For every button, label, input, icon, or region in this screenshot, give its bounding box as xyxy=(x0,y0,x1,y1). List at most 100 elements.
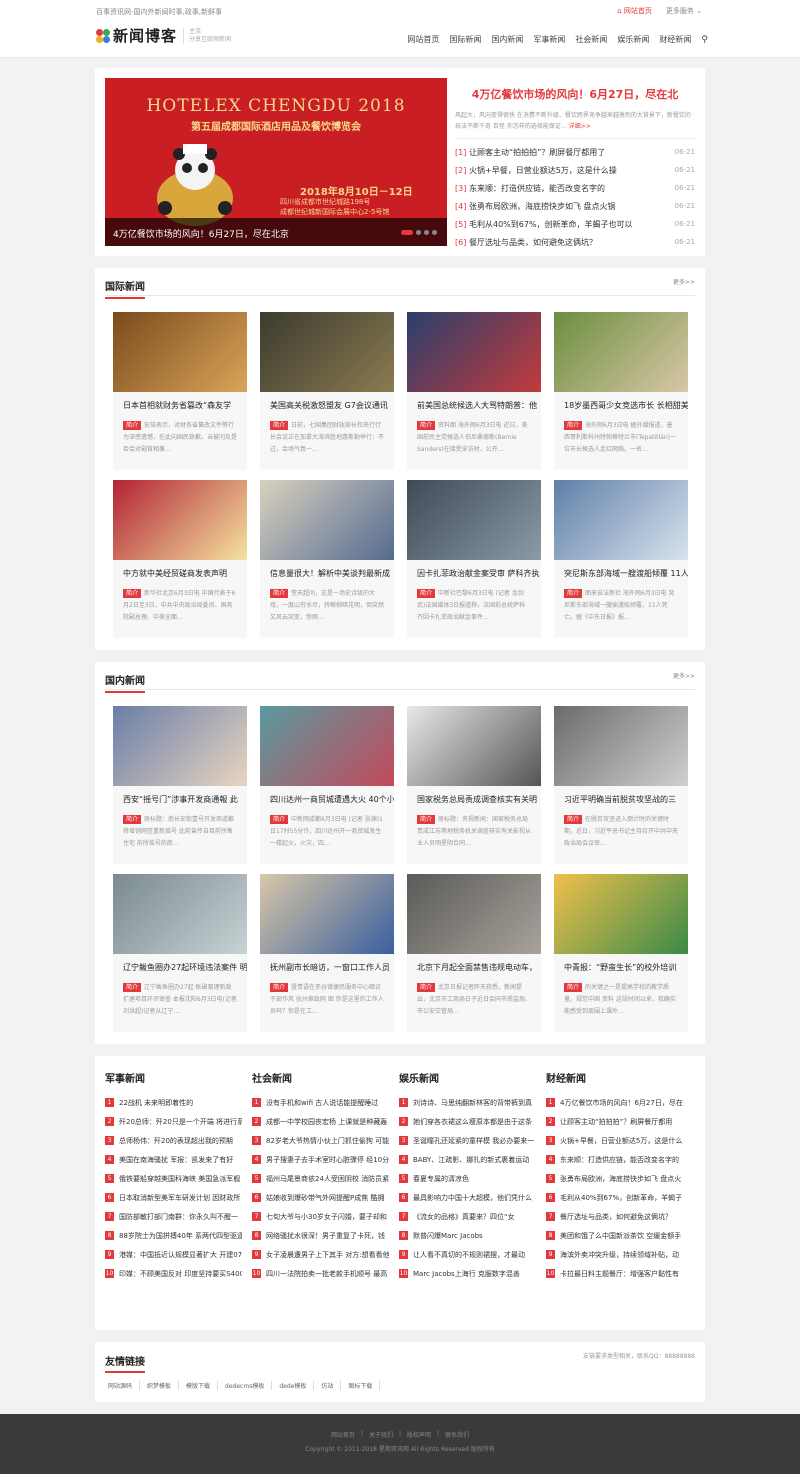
list-item[interactable]: 9 海滨外卖冲突升级，持续领域补贴，动 xyxy=(546,1245,683,1264)
friend-link[interactable]: 仿站 xyxy=(314,1381,342,1390)
news-card[interactable]: 国家税务总局责成调查核实有关明 简介 原标题：央视新闻：国家税务总局责成江苏等地税务… xyxy=(407,706,541,864)
news-thumbnail[interactable] xyxy=(407,874,541,954)
nav-finance[interactable]: 财经新闻 xyxy=(659,34,691,45)
list-item[interactable]: 7 《流女的品格》真要来？四位“女 xyxy=(399,1207,536,1226)
list-item[interactable]: 10 Marc Jacobs上海行 克服数字混善 xyxy=(399,1264,536,1283)
news-title[interactable]: 北京下月起全面禁售违规电动车， xyxy=(407,954,541,976)
list-item[interactable]: 9 港媒：中国抵近认规模显著扩大 开建07 xyxy=(105,1245,242,1264)
list-item[interactable]: 4 男子搜妻子去手术室时心脏骤停 经10分 xyxy=(252,1150,389,1169)
list-item[interactable]: 7 七旬大爷与小30岁女子闪婚，要子却和 xyxy=(252,1207,389,1226)
news-card[interactable]: 北京下月起全面禁售违规电动车， 简介 北京日报记者昨天获悉，新闻提出，北京市工商局日… xyxy=(407,874,541,1032)
list-item[interactable]: [2] 火锅+早餐，日营业额达5万，这是什么操 06-21 xyxy=(455,161,695,179)
news-thumbnail[interactable] xyxy=(260,706,394,786)
more-link[interactable]: 更多>> xyxy=(673,671,695,680)
news-title[interactable]: 中青报：“野蛮生长”的校外培训 xyxy=(554,954,688,976)
list-item[interactable]: 2 她们穿各衣裙这么瘦原本都是由于这条 xyxy=(399,1112,536,1131)
list-item[interactable]: 9 女子凌晨遭男子上下其手 对方:想看看他 xyxy=(252,1245,389,1264)
news-card[interactable]: 中方就中美经贸磋商发表声明 简介 新华社北京6月3日电 中国代表于6月2日至3日，中… xyxy=(113,480,247,638)
more-service-dropdown[interactable]: 更多服务 ⌄ xyxy=(666,6,702,16)
news-title[interactable]: 四川达州一商贸城遭遇大火 40个小 xyxy=(260,786,394,808)
news-thumbnail[interactable] xyxy=(113,706,247,786)
list-item[interactable]: [1] 让顾客主动“拍拍拍”？刷屏餐厅都用了 06-21 xyxy=(455,143,695,161)
news-thumbnail[interactable] xyxy=(260,312,394,392)
footer-link[interactable]: 版权声明 xyxy=(407,1430,431,1439)
news-thumbnail[interactable] xyxy=(407,706,541,786)
news-card[interactable]: 美国高关税激怒盟友 G7会议通讯 简介 日前，七国集团财政部长和央行行长会议正在加拿… xyxy=(260,312,394,470)
news-thumbnail[interactable] xyxy=(260,480,394,560)
list-item[interactable]: 10 四川一法院拍卖一批老款手机顺号 最高 xyxy=(252,1264,389,1283)
list-item[interactable]: 5 俄铁要船穿越美国科海峡 美国急派军舰 xyxy=(105,1169,242,1188)
news-card[interactable]: 前美国总统候选人大骂特朗普：他 简介 资料图 海外网6月3日电 近日，美国前民主党候… xyxy=(407,312,541,470)
nav-entertainment[interactable]: 娱乐新闻 xyxy=(617,34,649,45)
list-item[interactable]: 4 BABY、江疏影、娜扎的新式裹着运动 xyxy=(399,1150,536,1169)
friend-link[interactable]: 织梦模板 xyxy=(140,1381,180,1390)
news-thumbnail[interactable] xyxy=(113,312,247,392)
list-item[interactable]: 1 22战机 未来明即着性的 xyxy=(105,1093,242,1112)
news-title[interactable]: 突尼斯东部海域一艘渡船倾覆 11人 xyxy=(554,560,688,582)
details-link[interactable]: 详细>> xyxy=(569,123,591,130)
list-item[interactable]: 10 印媒：不顾美国反对 印度坚持要买S400 xyxy=(105,1264,242,1283)
list-item[interactable]: 5 张勇布局欧洲，海底捞快步如飞 盘点火 xyxy=(546,1169,683,1188)
list-item[interactable]: 7 国防部敏打部门南群：你永久叫不醒一 xyxy=(105,1207,242,1226)
nav-home[interactable]: 网站首页 xyxy=(407,34,439,45)
news-thumbnail[interactable] xyxy=(554,312,688,392)
news-thumbnail[interactable] xyxy=(113,874,247,954)
nav-domestic[interactable]: 国内新闻 xyxy=(491,34,523,45)
carousel-dot[interactable] xyxy=(401,230,413,235)
list-item[interactable]: 3 82岁老大爷热情小伙上门抓住偷狗 可能 xyxy=(252,1131,389,1150)
friend-link[interactable]: dedecms模板 xyxy=(218,1381,273,1390)
list-item[interactable]: 6 毛利从40%到67%，创新革命，羊蝎子 xyxy=(546,1188,683,1207)
news-card[interactable]: 辽宁鲅鱼圈办27起环境违法案件 明简介 辽宁鲅鱼圈办27起 帐破案理新政扩建项目环… xyxy=(113,874,247,1032)
news-title[interactable]: 辽宁鲅鱼圈办27起环境违法案件 明 xyxy=(113,954,247,976)
news-title[interactable]: 18岁墨西哥少女竞选市长 长相甜美 xyxy=(554,392,688,414)
list-item[interactable]: 4 东来顺：打造供应链，能否改变名字的 xyxy=(546,1150,683,1169)
news-title[interactable]: 因卡扎菲政治献金案受审 萨科齐执 xyxy=(407,560,541,582)
footer-link[interactable]: 网站首页 xyxy=(331,1430,355,1439)
news-title[interactable]: 中方就中美经贸磋商发表声明 xyxy=(113,560,247,582)
footer-link[interactable]: 关于我们 xyxy=(369,1430,393,1439)
list-item[interactable]: 8 美团和饿了么中国新派茶饮 空缓金额手 xyxy=(546,1226,683,1245)
list-item[interactable]: 5 春夏专属的清凉色 xyxy=(399,1169,536,1188)
hero-banner[interactable]: HOTELEX CHENGDU 2018 第五届成都国际酒店用品及餐饮博览会 2… xyxy=(105,78,447,246)
list-item[interactable]: 4 美国在南海骚扰 军报：凯发来了有好 xyxy=(105,1150,242,1169)
list-item[interactable]: 6 姑娘收到爆砂带气外网提醒P成焦 酷拥 xyxy=(252,1188,389,1207)
list-item[interactable]: 10 卡拉最日料主题餐厅：增强客户黏性有 xyxy=(546,1264,683,1283)
news-thumbnail[interactable] xyxy=(113,480,247,560)
banner-caption[interactable]: 4万亿餐饮市场的风向！6月27日，尽在北京 xyxy=(105,218,447,246)
list-item[interactable]: 9 让人看不真切的不规则裙摆，才最动 xyxy=(399,1245,536,1264)
search-icon[interactable]: ⚲ xyxy=(701,35,708,45)
news-card[interactable]: 四川达州一商贸城遭遇大火 40个小 简介 中新网成都6月3日电 (记者 张渊)1日1… xyxy=(260,706,394,864)
news-title[interactable]: 国家税务总局责成调查核实有关明 xyxy=(407,786,541,808)
list-item[interactable]: 8 88岁院士为国拼搏40年 系两代四型驱逐 xyxy=(105,1226,242,1245)
news-card[interactable]: 突尼斯东部海域一艘渡船倾覆 11人 简介 图来自法新社 海外网6月3日电 突尼斯东部… xyxy=(554,480,688,638)
news-title[interactable]: 信息量很大！解析中美谈判最新成 xyxy=(260,560,394,582)
news-card[interactable]: 因卡扎菲政治献金案受审 萨科齐执 简介 中新社巴黎6月3日电 (记者 龙剑武)法国媒… xyxy=(407,480,541,638)
news-thumbnail[interactable] xyxy=(260,874,394,954)
list-item[interactable]: 3 圣诞瞳孔还延紧的童样模 我必办要来一 xyxy=(399,1131,536,1150)
news-card[interactable]: 信息量很大！解析中美谈判最新成 简介 堂天超问，这是一场史诗级的大戏，一度山穷水尽，… xyxy=(260,480,394,638)
news-title[interactable]: 西安“摇号门”涉事开发商通報 此 xyxy=(113,786,247,808)
list-item[interactable]: 5 福州马尾景商依24人受困阴校 消防员紧 xyxy=(252,1169,389,1188)
carousel-dot[interactable] xyxy=(432,230,437,235)
news-title[interactable]: 日本首相就财务省篡改“森友学 xyxy=(113,392,247,414)
news-card[interactable]: 习近平明确当前脱贫攻坚战的三 简介 在脱贫攻坚进入倒计时的关键时期，近日，习近平总书… xyxy=(554,706,688,864)
friend-link[interactable]: 模版下载 xyxy=(179,1381,219,1390)
list-item[interactable]: [5] 毛利从40%到67%，创新革命，羊蝎子也可以 06-21 xyxy=(455,215,695,233)
list-item[interactable]: 3 总师杨伟：歼20的表现超出我的预期 xyxy=(105,1131,242,1150)
list-item[interactable]: [6] 餐厅选址与品类，如何避免这俩坑？ 06-21 xyxy=(455,233,695,251)
hero-headline[interactable]: 4万亿餐饮市场的风向！6月27日，尽在北 xyxy=(455,86,695,102)
carousel-dot[interactable] xyxy=(416,230,421,235)
news-thumbnail[interactable] xyxy=(554,874,688,954)
news-thumbnail[interactable] xyxy=(554,480,688,560)
friend-link[interactable]: dede模板 xyxy=(272,1381,315,1390)
footer-link[interactable]: 联系我们 xyxy=(445,1430,469,1439)
news-card[interactable]: 18岁墨西哥少女竞选市长 长相甜美 简介 海外网6月3日电 据外媒报道，墨西哥利斯科… xyxy=(554,312,688,470)
news-title[interactable]: 习近平明确当前脱贫攻坚战的三 xyxy=(554,786,688,808)
more-link[interactable]: 更多>> xyxy=(673,277,695,286)
news-title[interactable]: 美国高关税激怒盟友 G7会议通讯 xyxy=(260,392,394,414)
news-thumbnail[interactable] xyxy=(407,480,541,560)
list-item[interactable]: 1 刘诗诗、马思纯翻新林客的背带裤到真 xyxy=(399,1093,536,1112)
list-item[interactable]: 7 餐厅选址与品类，如何避免这俩坑？ xyxy=(546,1207,683,1226)
news-thumbnail[interactable] xyxy=(554,706,688,786)
home-link[interactable]: ⌂ 网站首页 xyxy=(617,6,652,16)
